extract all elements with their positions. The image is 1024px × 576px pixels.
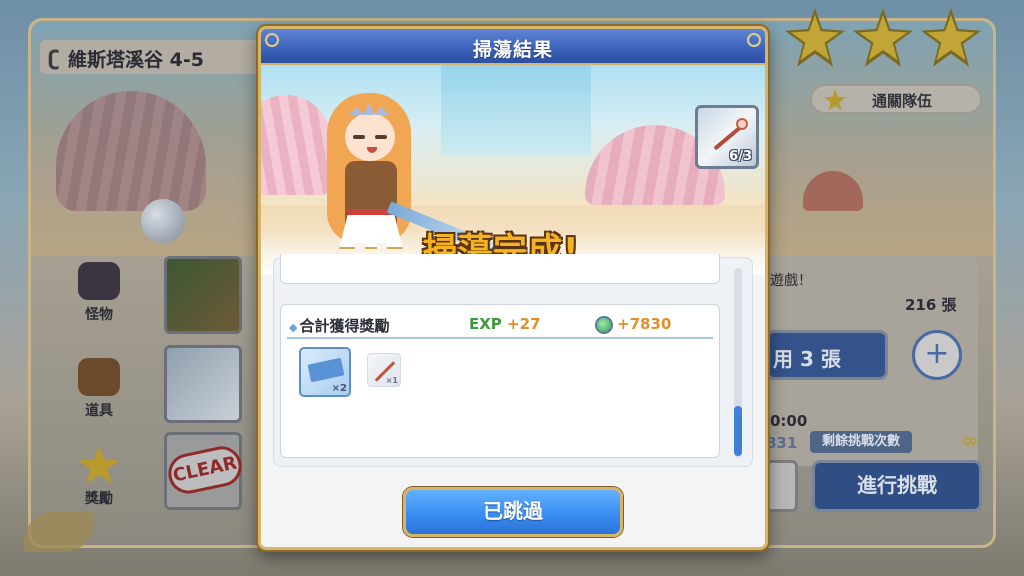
chest-icon [78,358,120,396]
dialog-title: 掃蕩結果 [472,39,553,61]
waterfall-decoration [441,65,591,155]
diamond-bullet-icon: ◆ [289,321,298,334]
star-icon [921,8,981,67]
reward-item-ticket[interactable]: ×2 [299,347,351,397]
sweep-banner: 掃蕩完成! 6/3 [261,65,765,275]
star-icon [824,89,846,111]
character-illustration [317,83,437,273]
stamina-number: 831 [766,434,798,452]
star-icon [853,8,913,67]
results-list[interactable]: ◆ 合計獲得獎勵 EXP +27 +7830 ×2 ×1 [273,254,753,467]
target-item-counter[interactable]: 6/3 [695,105,759,169]
clear-team-button[interactable]: 通關隊伍 [810,84,982,114]
dialog-header: 掃蕩結果 [261,29,765,65]
exp-reward: EXP +27 [469,315,541,333]
reward-item-staff[interactable]: ×1 [367,353,401,387]
stage-title-text: 維斯塔溪谷 4-5 [68,49,204,71]
stage-hook-icon: ʗ [48,46,60,70]
stage-title: ʗ 維斯塔溪谷 4-5 [40,40,270,74]
item-thumbnail[interactable] [164,345,242,423]
divider [287,337,713,339]
character-eye [353,135,365,139]
scrollbar[interactable] [734,268,742,458]
plus-button[interactable]: + [912,330,962,380]
sweep-result-dialog: 掃蕩結果 掃蕩完成! 6/3 ◆ 合計獲得獎勵 EXP +27 +7830 ×2… [258,26,768,550]
secondary-button[interactable] [766,460,798,512]
menu-item-monster[interactable]: 怪物 [64,262,134,324]
scrollbar-thumb[interactable] [734,406,742,456]
star-icon [785,8,845,67]
coral-decoration [803,171,863,211]
character-skirt [339,211,403,249]
ticket-count: 216 張 [905,296,957,314]
staff-head-icon [736,118,748,130]
menu-item-rewards[interactable]: 獎勵 [64,446,134,508]
menu-item-label: 怪物 [85,307,113,323]
menu-item-label: 獎勵 [85,491,113,507]
exp-value: +27 [507,315,541,333]
mana-value: +7830 [617,315,672,333]
monster-icon [78,262,120,300]
item-count-text: 6/3 [729,149,752,164]
exp-key: EXP [469,315,502,333]
shell-decoration [56,91,206,211]
pearl-decoration [141,199,185,243]
use-tickets-button[interactable]: 用 3 張 [766,330,888,380]
character-eye [375,135,387,139]
total-reward-text: 合計獲得獎勵 [299,317,390,335]
ticket-icon [307,357,345,383]
star-icon [78,446,120,484]
total-reward-label: ◆ 合計獲得獎勵 [289,315,389,336]
list-item [280,254,720,284]
remaining-attempts-badge: 剩餘挑戰次數 [810,431,912,453]
menu-item-label: 道具 [85,403,113,419]
sweep-info-text: 遊戲！ [770,273,812,289]
menu-item-items[interactable]: 道具 [64,358,134,420]
stage-stars [785,8,985,70]
skip-button[interactable]: 已跳過 [403,487,623,537]
clear-team-label: 通關隊伍 [872,92,933,110]
monster-thumbnail[interactable] [164,256,242,334]
remaining-attempts-value: ∞ [962,428,979,452]
mana-coin-icon [595,316,613,334]
item-quantity: ×1 [385,376,398,385]
total-reward-card: ◆ 合計獲得獎勵 EXP +27 +7830 ×2 ×1 [280,304,720,458]
item-quantity: ×2 [331,383,347,394]
challenge-button[interactable]: 進行挑戰 [812,460,982,512]
timer-text: 0:00 [770,412,808,430]
